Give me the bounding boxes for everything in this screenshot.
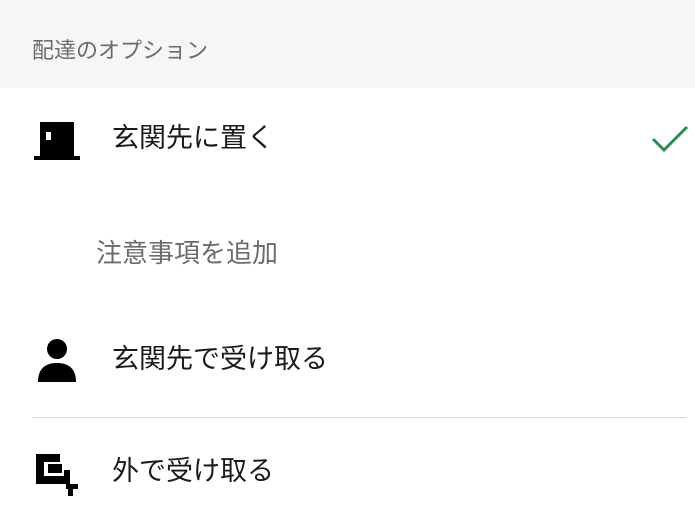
option-meet-at-door[interactable]: 玄関先で受け取る	[0, 310, 695, 410]
option-meet-outside[interactable]: 外で受け取る	[0, 424, 695, 524]
checkmark-icon	[651, 125, 689, 153]
option-label: 玄関先に置く	[112, 123, 274, 154]
option-label: 外で受け取る	[112, 456, 274, 487]
door-icon	[34, 122, 80, 160]
person-icon	[38, 339, 76, 382]
option-label: 玄関先で受け取る	[112, 344, 328, 375]
option-leave-at-door[interactable]: 玄関先に置く	[0, 92, 695, 192]
add-note-link[interactable]: 注意事項を追加	[96, 236, 278, 272]
section-header: 配達のオプション	[0, 0, 695, 88]
section-title: 配達のオプション	[32, 39, 209, 64]
divider	[32, 417, 687, 418]
curbside-icon	[36, 454, 78, 496]
